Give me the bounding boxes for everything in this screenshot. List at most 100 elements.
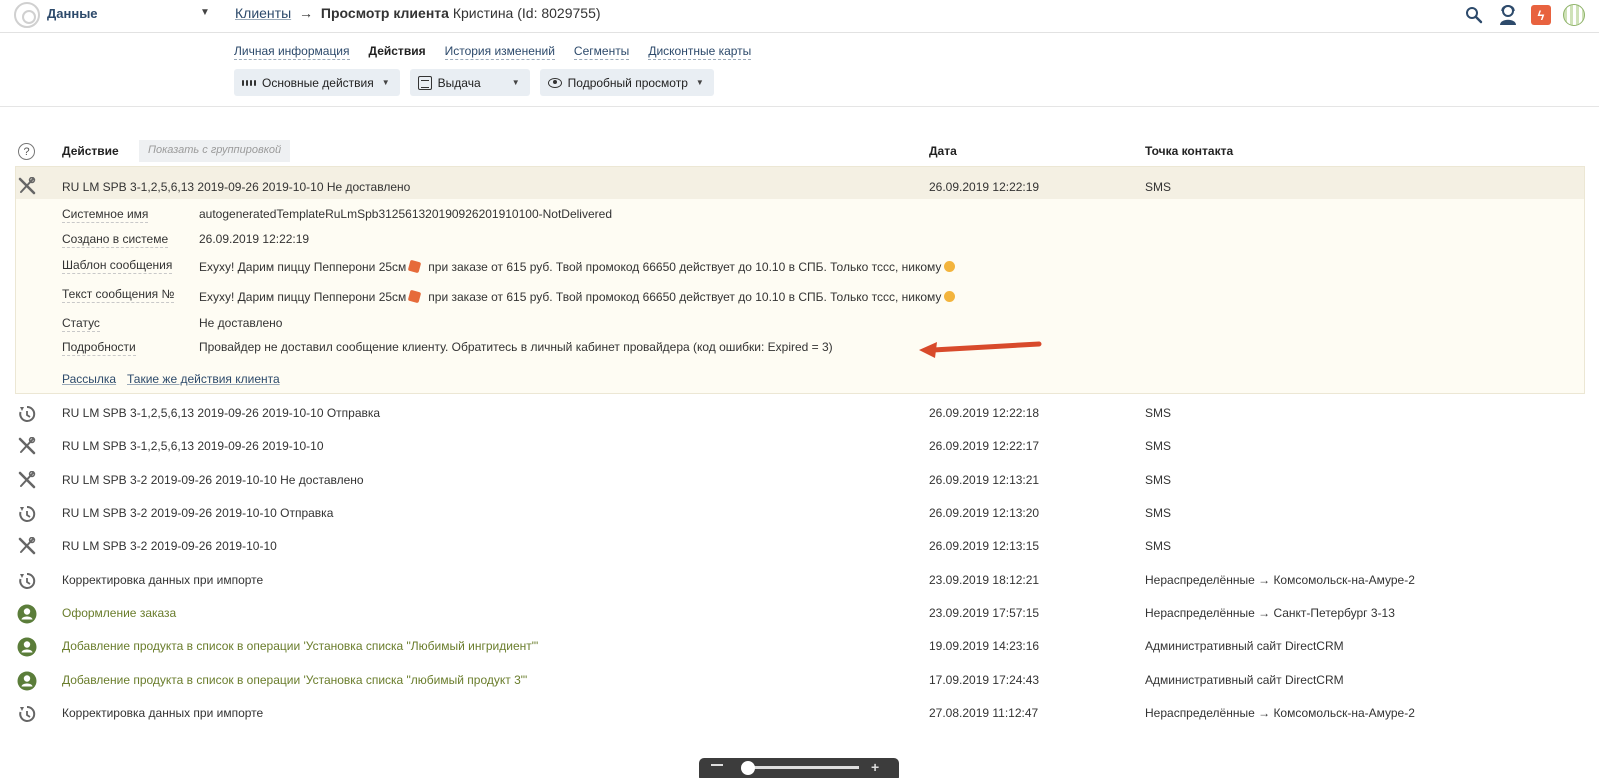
app-menu-caret-icon[interactable]: ▼ bbox=[200, 7, 210, 18]
search-icon[interactable] bbox=[1463, 4, 1485, 26]
row-date: 26.09.2019 12:13:15 bbox=[929, 539, 1040, 553]
page-title: Просмотр клиента bbox=[320, 5, 449, 21]
row-contact: Нераспределённые → Комсомольск-на-Амуре-… bbox=[1145, 706, 1415, 720]
detailed-view-dropdown[interactable]: Подробный просмотр ▼ bbox=[539, 69, 714, 96]
sunglasses-emoji-icon bbox=[944, 261, 956, 272]
table-header: ? Действие Показать с группировкой Дата … bbox=[0, 139, 1599, 164]
row-date: 26.09.2019 12:13:21 bbox=[929, 473, 1040, 487]
top-icons: ϟ bbox=[1463, 4, 1585, 26]
status-value: Не доставлено bbox=[199, 316, 283, 330]
table-row[interactable]: RU LM SPB 3-1,2,5,6,13 2019-09-26 2019-1… bbox=[0, 396, 1599, 429]
message-text-part-1: Ехуху! Дарим пиццу Пепперони 25см bbox=[199, 290, 407, 304]
language-globe-icon[interactable] bbox=[1563, 4, 1585, 26]
user-icon bbox=[17, 671, 37, 691]
mailing-link[interactable]: Рассылка bbox=[62, 372, 116, 386]
details-value: Провайдер не доставил сообщение клиенту.… bbox=[199, 340, 833, 354]
table-row-selected[interactable]: RU LM SPB 3-1,2,5,6,13 2019-09-26 2019-1… bbox=[0, 169, 1599, 202]
support-agent-icon[interactable] bbox=[1497, 4, 1519, 26]
notifications-bolt-icon[interactable]: ϟ bbox=[1531, 5, 1551, 25]
table-row[interactable]: RU LM SPB 3-2 2019-09-26 2019-10-10 Отпр… bbox=[0, 496, 1599, 529]
row-action-text: RU LM SPB 3-1,2,5,6,13 2019-09-26 2019-1… bbox=[62, 406, 381, 420]
tab-segments[interactable]: Сегменты bbox=[573, 44, 630, 60]
row-date: 26.09.2019 12:22:19 bbox=[929, 180, 1040, 194]
details-label: Подробности bbox=[62, 340, 136, 356]
zoom-slider-track[interactable] bbox=[749, 766, 859, 769]
actions-toolbar: Основные действия ▼ Выдача ▼ Подробный п… bbox=[234, 69, 714, 96]
row-date: 19.09.2019 14:23:16 bbox=[929, 639, 1040, 653]
zoom-out-icon[interactable] bbox=[711, 764, 723, 766]
row-contact: SMS bbox=[1145, 180, 1172, 194]
sunglasses-emoji-icon bbox=[944, 291, 956, 302]
same-actions-link[interactable]: Такие же действия клиента bbox=[127, 372, 280, 386]
app-name[interactable]: Данные bbox=[47, 6, 98, 21]
row-contact: SMS bbox=[1145, 439, 1172, 453]
table-row[interactable]: RU LM SPB 3-2 2019-09-26 2019-10-10 Не д… bbox=[0, 463, 1599, 496]
top-bar: Данные ▼ Клиенты → Просмотр клиента Крис… bbox=[0, 0, 1599, 33]
row-date: 26.09.2019 12:22:17 bbox=[929, 439, 1040, 453]
chevron-down-icon: ▼ bbox=[511, 78, 520, 87]
table-row[interactable]: Добавление продукта в список в операции … bbox=[0, 663, 1599, 696]
help-icon[interactable]: ? bbox=[18, 143, 35, 160]
issue-dropdown[interactable]: Выдача ▼ bbox=[409, 69, 530, 96]
row-date: 23.09.2019 17:57:15 bbox=[929, 606, 1040, 620]
table-row[interactable]: Корректировка данных при импорте 23.09.20… bbox=[0, 563, 1599, 596]
column-action: Действие bbox=[62, 144, 119, 158]
template-value: Ехуху! Дарим пиццу Пепперони 25см при зак… bbox=[199, 259, 956, 274]
failed-icon bbox=[17, 470, 37, 489]
row-date: 26.09.2019 12:22:18 bbox=[929, 406, 1040, 420]
pizza-emoji-icon bbox=[408, 289, 422, 304]
row-action-text: RU LM SPB 3-1,2,5,6,13 2019-09-26 2019-1… bbox=[62, 439, 324, 453]
row-contact: SMS bbox=[1145, 506, 1172, 520]
section-tabs: Личная информация Действия История измен… bbox=[234, 44, 752, 60]
table-row[interactable]: RU LM SPB 3-2 2019-09-26 2019-10-10 26.09… bbox=[0, 529, 1599, 562]
table-row[interactable]: Оформление заказа 23.09.2019 17:57:15 Нера… bbox=[0, 596, 1599, 629]
tab-change-history[interactable]: История изменений bbox=[444, 44, 555, 60]
template-label: Шаблон сообщения bbox=[62, 258, 173, 274]
detailed-view-label: Подробный просмотр bbox=[567, 75, 688, 90]
tab-discount-cards[interactable]: Дисконтные карты bbox=[648, 44, 752, 60]
tab-actions[interactable]: Действия bbox=[369, 44, 426, 60]
zoom-in-icon[interactable]: + bbox=[871, 759, 879, 775]
message-label: Текст сообщения № bbox=[62, 287, 175, 303]
row-action-text: Корректировка данных при импорте bbox=[62, 706, 264, 720]
row-action-text[interactable]: Добавление продукта в список в операции … bbox=[62, 673, 527, 687]
created-value: 26.09.2019 12:22:19 bbox=[199, 232, 310, 246]
eye-icon bbox=[547, 76, 562, 90]
row-action-text: RU LM SPB 3-2 2019-09-26 2019-10-10 bbox=[62, 539, 277, 553]
user-icon bbox=[17, 604, 37, 624]
system-name-value: autogeneratedTemplateRuLmSpb312561320190… bbox=[199, 207, 612, 221]
breadcrumb-clients-link[interactable]: Клиенты bbox=[235, 5, 291, 21]
group-toggle-button[interactable]: Показать с группировкой bbox=[139, 140, 291, 162]
failed-icon bbox=[17, 436, 37, 455]
tab-personal-info[interactable]: Личная информация bbox=[234, 44, 350, 60]
pizza-emoji-icon bbox=[408, 259, 422, 274]
send-icon bbox=[17, 404, 37, 422]
header-divider bbox=[0, 106, 1599, 107]
row-contact: SMS bbox=[1145, 406, 1172, 420]
client-label: Кристина (Id: 8029755) bbox=[452, 5, 601, 21]
row-action-text: Корректировка данных при импорте bbox=[62, 573, 264, 587]
main-actions-dropdown[interactable]: Основные действия ▼ bbox=[234, 69, 400, 96]
row-contact: Административный сайт DirectCRM bbox=[1145, 639, 1344, 653]
table-row[interactable]: Добавление продукта в список в операции … bbox=[0, 629, 1599, 662]
zoom-control[interactable]: + bbox=[699, 758, 899, 778]
zoom-slider-knob[interactable] bbox=[741, 761, 755, 775]
row-contact: Административный сайт DirectCRM bbox=[1145, 673, 1344, 687]
row-contact: SMS bbox=[1145, 473, 1172, 487]
message-value: Ехуху! Дарим пиццу Пепперони 25см при зак… bbox=[199, 289, 956, 304]
app-logo-icon[interactable] bbox=[14, 2, 40, 28]
list-icon bbox=[417, 75, 432, 90]
created-label: Создано в системе bbox=[62, 232, 169, 248]
row-action-text: RU LM SPB 3-2 2019-09-26 2019-10-10 Отпр… bbox=[62, 506, 334, 520]
send-icon bbox=[17, 704, 37, 722]
table-row[interactable]: Корректировка данных при импорте 27.08.20… bbox=[0, 696, 1599, 729]
red-arrow-annotation bbox=[919, 341, 1042, 358]
send-icon bbox=[17, 504, 37, 522]
failed-icon bbox=[17, 176, 37, 195]
table-row[interactable]: RU LM SPB 3-1,2,5,6,13 2019-09-26 2019-1… bbox=[0, 429, 1599, 462]
row-action-text[interactable]: Добавление продукта в список в операции … bbox=[62, 639, 538, 653]
row-action-text[interactable]: Оформление заказа bbox=[62, 606, 176, 620]
failed-icon bbox=[17, 536, 37, 555]
column-contact: Точка контакта bbox=[1145, 144, 1234, 158]
row-contact: Нераспределённые → Комсомольск-на-Амуре-… bbox=[1145, 573, 1415, 587]
